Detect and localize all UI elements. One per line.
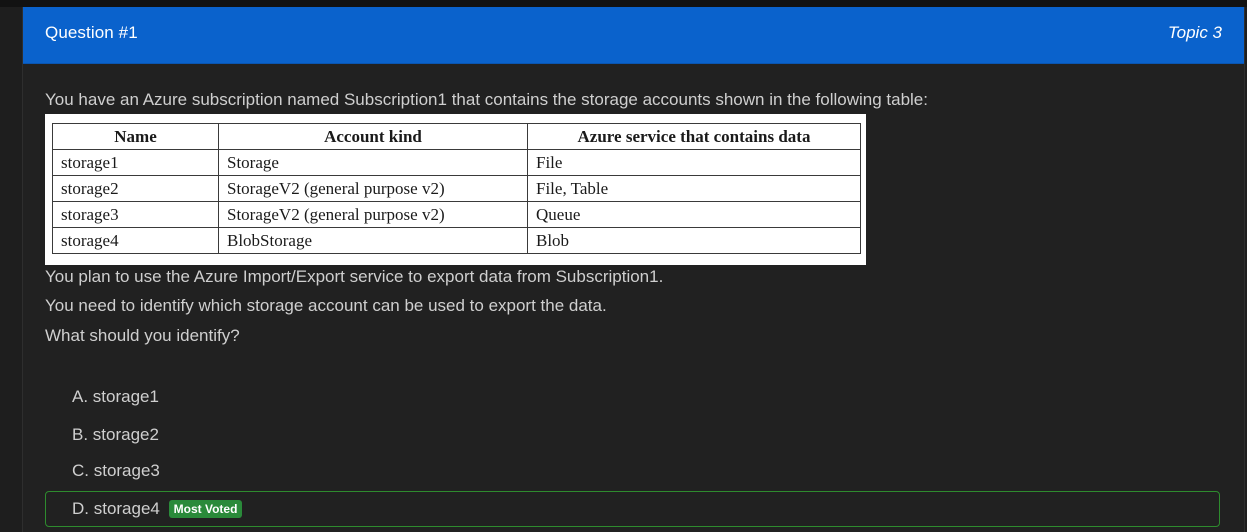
table-header-row: Name Account kind Azure service that con… <box>52 123 861 150</box>
table-row: storage1 Storage File <box>52 149 861 176</box>
question-text-line: What should you identify? <box>45 326 240 345</box>
answer-option-label: B. storage2 <box>72 425 159 444</box>
table-cell: File, Table <box>527 175 861 202</box>
table-cell: Queue <box>527 201 861 228</box>
question-text-line: You plan to use the Azure Import/Export … <box>45 267 664 286</box>
table-header-name: Name <box>52 123 219 150</box>
table-header-account-kind: Account kind <box>218 123 528 150</box>
storage-accounts-table: Name Account kind Azure service that con… <box>45 114 866 265</box>
table-cell: storage3 <box>52 201 219 228</box>
table-header-azure-service: Azure service that contains data <box>527 123 861 150</box>
table-cell: BlobStorage <box>218 227 528 254</box>
question-card: Question #1 Topic 3 You have an Azure su… <box>22 7 1245 532</box>
table-cell: StorageV2 (general purpose v2) <box>218 175 528 202</box>
answer-option-label: C. storage3 <box>72 461 160 480</box>
question-text-line: You need to identify which storage accou… <box>45 296 607 315</box>
table-row: storage3 StorageV2 (general purpose v2) … <box>52 201 861 228</box>
table-cell: storage4 <box>52 227 219 254</box>
answer-option-c[interactable]: C. storage3 <box>45 453 1198 489</box>
question-title: Question #1 <box>45 23 138 42</box>
table-cell: File <box>527 149 861 176</box>
answer-option-label: A. storage1 <box>72 387 159 406</box>
table-row: storage4 BlobStorage Blob <box>52 227 861 254</box>
table-row: storage2 StorageV2 (general purpose v2) … <box>52 175 861 202</box>
table-cell: storage2 <box>52 175 219 202</box>
most-voted-badge: Most Voted <box>168 500 243 518</box>
answer-option-a[interactable]: A. storage1 <box>45 379 1198 415</box>
topic-label: Topic 3 <box>1167 23 1222 42</box>
table-cell: Storage <box>218 149 528 176</box>
question-intro: You have an Azure subscription named Sub… <box>45 90 928 109</box>
answer-option-b[interactable]: B. storage2 <box>45 417 1198 453</box>
table-cell: StorageV2 (general purpose v2) <box>218 201 528 228</box>
table-cell: Blob <box>527 227 861 254</box>
top-strip <box>0 0 1247 7</box>
question-header: Question #1 Topic 3 <box>23 7 1244 64</box>
answer-option-d[interactable]: D. storage4 Most Voted <box>45 491 1220 527</box>
table-cell: storage1 <box>52 149 219 176</box>
answer-option-label: D. storage4 <box>72 499 160 518</box>
